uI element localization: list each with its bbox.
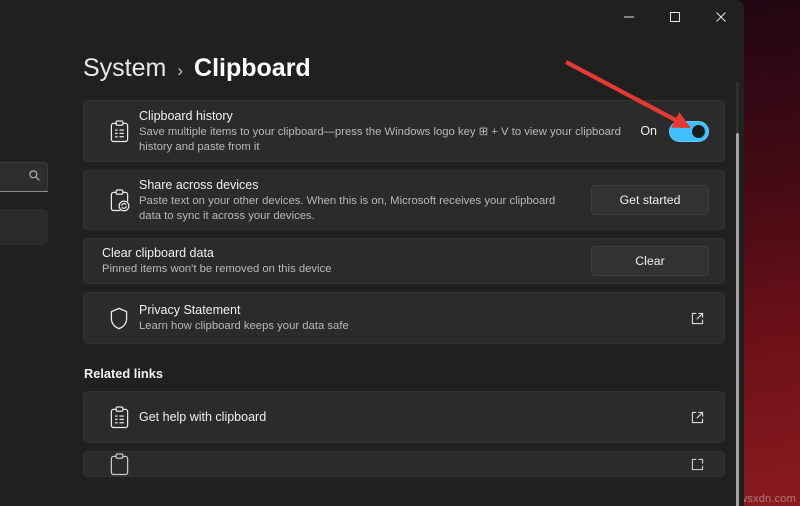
navigation-rail <box>0 37 60 506</box>
setting-title: Privacy Statement <box>139 302 678 318</box>
setting-action <box>690 311 709 326</box>
toggle-knob <box>692 125 705 138</box>
settings-window: System › Clipboard <box>0 0 744 506</box>
minimize-button[interactable] <box>606 0 652 33</box>
clipboard-icon <box>99 406 139 429</box>
setting-description: Learn how clipboard keeps your data safe <box>139 319 678 334</box>
shield-icon <box>99 307 139 330</box>
setting-text: Clipboard history Save multiple items to… <box>139 108 640 154</box>
maximize-icon <box>669 11 681 23</box>
close-button[interactable] <box>698 0 744 33</box>
content-scrollbar[interactable] <box>736 81 739 502</box>
related-link-title: Get help with clipboard <box>139 409 678 425</box>
external-link-icon[interactable] <box>690 311 709 326</box>
external-link-icon[interactable] <box>690 410 709 425</box>
setting-share-across-devices[interactable]: Share across devices Paste text on your … <box>83 170 725 230</box>
breadcrumb: System › Clipboard <box>83 54 311 83</box>
setting-action <box>690 457 709 472</box>
scrollbar-thumb[interactable] <box>736 133 739 506</box>
setting-description: Pinned items won't be removed on this de… <box>102 262 579 277</box>
setting-action: Clear <box>591 246 709 276</box>
page-title: Clipboard <box>194 54 311 83</box>
search-input[interactable] <box>0 162 48 192</box>
setting-privacy-statement[interactable]: Privacy Statement Learn how clipboard ke… <box>83 292 725 344</box>
toggle-state-label: On <box>640 124 657 138</box>
setting-title: Share across devices <box>139 177 579 193</box>
setting-text: Share across devices Paste text on your … <box>139 177 591 223</box>
related-link-get-help-with-clipboard[interactable]: Get help with clipboard <box>83 391 725 443</box>
clipboard-icon <box>99 120 139 143</box>
minimize-icon <box>623 11 635 23</box>
setting-title: Clear clipboard data <box>102 245 579 261</box>
window-title-bar[interactable] <box>0 0 744 37</box>
setting-description: Paste text on your other devices. When t… <box>139 194 579 223</box>
search-icon <box>28 169 41 187</box>
setting-text: Clear clipboard data Pinned items won't … <box>102 245 591 277</box>
close-icon <box>715 11 727 23</box>
setting-clear-clipboard-data[interactable]: Clear clipboard data Pinned items won't … <box>83 238 725 284</box>
settings-content: System › Clipboard <box>60 37 744 506</box>
clipboard-sync-icon <box>99 189 139 212</box>
setting-action: Get started <box>591 185 709 215</box>
get-started-button[interactable]: Get started <box>591 185 709 215</box>
breadcrumb-parent-link[interactable]: System <box>83 54 166 83</box>
search-focus-underline <box>0 191 48 192</box>
sidebar-item-stub[interactable] <box>0 209 48 245</box>
watermark: wsxdn.com <box>739 493 796 505</box>
settings-card-list: Clipboard history Save multiple items to… <box>83 100 725 485</box>
setting-text: Get help with clipboard <box>139 409 690 425</box>
external-link-icon[interactable] <box>690 457 709 472</box>
setting-action <box>690 410 709 425</box>
clipboard-history-toggle[interactable] <box>669 121 709 142</box>
related-link-partial[interactable] <box>83 451 725 477</box>
related-links-heading: Related links <box>84 366 725 381</box>
clipboard-icon <box>99 453 139 476</box>
setting-clipboard-history[interactable]: Clipboard history Save multiple items to… <box>83 100 725 162</box>
setting-description: Save multiple items to your clipboard—pr… <box>139 125 628 154</box>
maximize-button[interactable] <box>652 0 698 33</box>
setting-action: On <box>640 121 709 142</box>
setting-text: Privacy Statement Learn how clipboard ke… <box>139 302 690 334</box>
chevron-right-icon: › <box>177 61 183 81</box>
clear-button[interactable]: Clear <box>591 246 709 276</box>
setting-title: Clipboard history <box>139 108 628 124</box>
